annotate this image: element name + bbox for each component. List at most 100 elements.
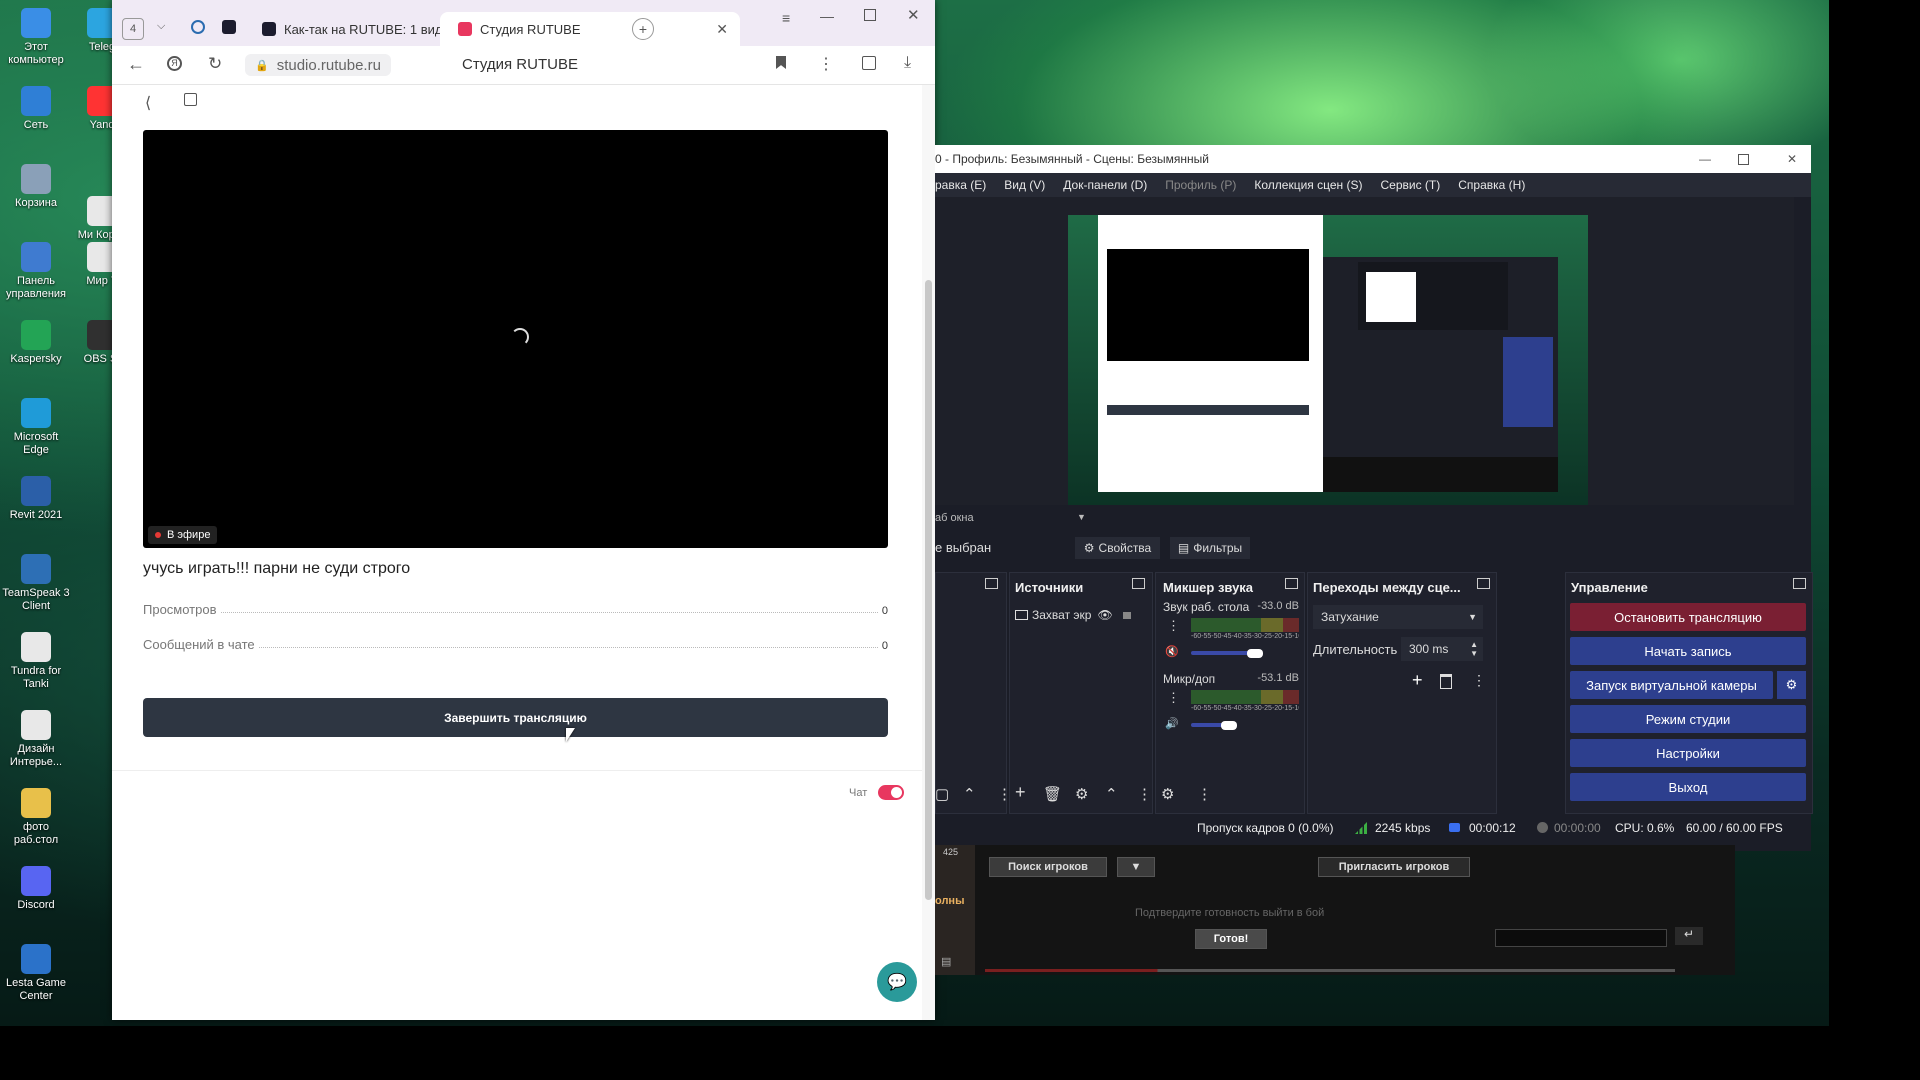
chat-input[interactable] [1495, 929, 1667, 947]
menu-item[interactable]: Коллекция сцен (S) [1254, 178, 1362, 192]
desktop-icon[interactable]: Lesta Game Center [2, 944, 70, 1003]
add-transition-icon[interactable]: + [1412, 670, 1423, 691]
exit-button[interactable]: Выход [1570, 773, 1806, 801]
virtual-camera-settings-button[interactable]: ⚙ [1777, 671, 1806, 699]
desktop-icon[interactable]: Tundra for Tanki [2, 632, 70, 691]
scrollbar-thumb[interactable] [925, 280, 932, 900]
menu-item[interactable]: Док-панели (D) [1063, 178, 1147, 192]
more-icon[interactable]: ⋮ [997, 785, 1012, 803]
desktop-icon[interactable]: Корзина [2, 164, 70, 210]
close-icon[interactable]: ✕ [716, 21, 728, 38]
volume-slider[interactable] [1191, 651, 1251, 655]
menu-item[interactable]: Профиль (P) [1165, 178, 1236, 192]
menu-icon[interactable]: ≡ [782, 10, 790, 26]
virtual-camera-button[interactable]: Запуск виртуальной камеры [1570, 671, 1773, 699]
eye-icon[interactable]: 👁 [1097, 608, 1112, 622]
menu-item[interactable]: равка (E) [935, 178, 986, 192]
dock-popout-icon[interactable] [1793, 578, 1806, 589]
ready-button[interactable]: Готов! [1195, 929, 1267, 949]
obs-preview-canvas[interactable] [1068, 215, 1588, 505]
stop-streaming-button[interactable]: Остановить трансляцию [1570, 603, 1806, 631]
menu-item[interactable]: Сервис (T) [1381, 178, 1441, 192]
bookmark-icon[interactable] [776, 56, 786, 69]
transition-select[interactable]: Затухание ▼ [1313, 605, 1483, 629]
trash-icon[interactable] [1440, 674, 1452, 689]
source-item[interactable]: Захват экр 👁 [1015, 605, 1145, 625]
desktop-icon[interactable]: Revit 2021 [2, 476, 70, 522]
speaker-icon[interactable]: 🔊 [1165, 717, 1179, 730]
filters-button[interactable]: ▤ Фильтры [1170, 537, 1250, 559]
start-recording-button[interactable]: Начать запись [1570, 637, 1806, 665]
more-icon[interactable]: ⋮ [1137, 785, 1152, 803]
desktop-icon[interactable]: Сеть [2, 86, 70, 132]
yandex-icon[interactable]: Я [167, 56, 182, 71]
scrollbar[interactable] [922, 85, 935, 1020]
sources-dock-title: Источники [1015, 579, 1084, 595]
desktop-icon[interactable]: Microsoft Edge [2, 398, 70, 457]
new-tab-button[interactable]: + [632, 18, 654, 40]
trash-icon[interactable]: 🗑 [1043, 785, 1062, 803]
external-link-icon[interactable] [184, 93, 197, 106]
close-window-icon[interactable]: ✕ [907, 6, 920, 24]
add-source-icon[interactable]: + [1015, 782, 1026, 803]
more-icon[interactable]: ⋮ [1197, 785, 1212, 803]
reload-icon[interactable]: ↻ [208, 54, 222, 74]
chevron-down-icon[interactable]: ▼ [1077, 512, 1086, 522]
menu-item[interactable]: Справка (H) [1458, 178, 1525, 192]
close-icon[interactable]: ✕ [1787, 152, 1797, 166]
download-icon[interactable]: ⤓ [904, 54, 911, 72]
video-player[interactable]: В эфире [143, 130, 888, 548]
tab-counter[interactable]: 4 [122, 18, 144, 40]
dock-popout-icon[interactable] [1285, 578, 1298, 589]
end-stream-button[interactable]: Завершить трансляцию [143, 698, 888, 737]
volume-slider-knob[interactable] [1247, 649, 1263, 658]
rutube-favicon-icon[interactable] [222, 20, 236, 34]
filter-icon[interactable]: ▼ [1117, 857, 1155, 877]
scene-filter-icon[interactable]: ▢ [935, 785, 949, 803]
back-icon[interactable]: ← [127, 54, 145, 75]
search-players-button[interactable]: Поиск игроков [989, 857, 1107, 877]
settings-button[interactable]: Настройки [1570, 739, 1806, 767]
more-icon[interactable]: ⋮ [1472, 672, 1486, 689]
desktop-icon[interactable]: TeamSpeak 3 Client [2, 554, 70, 613]
more-icon[interactable]: ⋮ [818, 54, 834, 74]
chevron-down-icon[interactable]: ⌵ [157, 20, 165, 33]
desktop-icon[interactable]: Дизайн Интерье... [2, 710, 70, 769]
volume-slider-knob[interactable] [1221, 721, 1237, 730]
move-up-icon[interactable]: ⌃ [963, 785, 976, 803]
invite-players-button[interactable]: Пригласить игроков [1318, 857, 1470, 877]
chat-icon[interactable]: ▤ [941, 955, 951, 968]
url-field[interactable]: 🔒 studio.rutube.ru [245, 54, 391, 76]
dock-popout-icon[interactable] [985, 578, 998, 589]
more-icon[interactable]: ⋮ [1167, 618, 1180, 634]
enter-icon[interactable]: ↵ [1675, 927, 1703, 945]
move-up-icon[interactable]: ⌃ [1105, 785, 1118, 803]
mixer-settings-icon[interactable]: ⚙ [1161, 785, 1174, 803]
desktop-icon[interactable]: Панель управления [2, 242, 70, 301]
stepper-icon[interactable]: ▲ ▼ [1470, 640, 1478, 658]
browser-globe-icon[interactable] [191, 20, 205, 34]
sidebar-icon[interactable] [862, 56, 876, 70]
maximize-icon[interactable] [864, 9, 876, 21]
studio-mode-button[interactable]: Режим студии [1570, 705, 1806, 733]
dock-popout-icon[interactable] [1477, 578, 1490, 589]
desktop-icon[interactable]: Этот компьютер [2, 8, 70, 67]
minimize-icon[interactable]: — [1699, 152, 1711, 166]
duration-input[interactable]: 300 ms ▲ ▼ [1401, 637, 1483, 661]
share-icon[interactable]: ⟨ [145, 93, 151, 113]
more-icon[interactable]: ⋮ [1167, 690, 1180, 706]
desktop-icon[interactable]: фото раб.стол [2, 788, 70, 847]
minimize-icon[interactable]: — [820, 8, 834, 24]
dock-popout-icon[interactable] [1132, 578, 1145, 589]
gear-icon[interactable]: ⚙ [1075, 785, 1088, 803]
desktop-icon[interactable]: Discord [2, 866, 70, 912]
tab-rutube-studio[interactable]: Студия RUTUBE ✕ [440, 12, 740, 46]
speaker-muted-icon[interactable]: 🔇 [1165, 645, 1179, 658]
maximize-icon[interactable] [1738, 153, 1749, 165]
lock-icon[interactable] [1122, 611, 1131, 619]
properties-button[interactable]: ⚙ Свойства [1075, 537, 1160, 559]
support-chat-button[interactable]: 💬 [877, 962, 917, 1002]
desktop-icon[interactable]: Kaspersky [2, 320, 70, 366]
chat-toggle[interactable] [878, 785, 904, 800]
menu-item[interactable]: Вид (V) [1004, 178, 1045, 192]
